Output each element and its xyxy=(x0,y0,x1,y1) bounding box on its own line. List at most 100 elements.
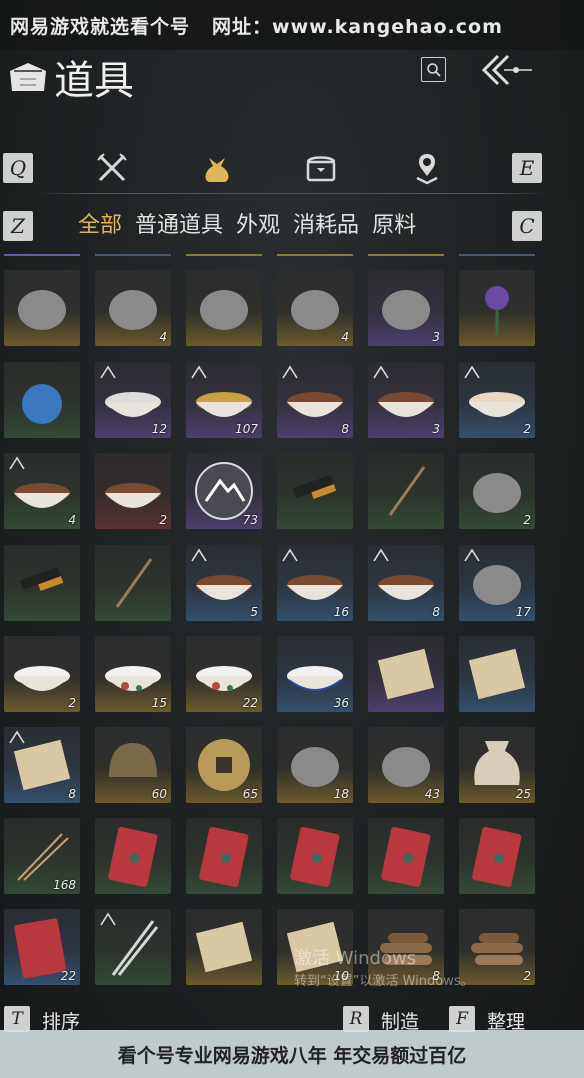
activation-title: 激活 Windows xyxy=(294,948,417,969)
inventory-slot[interactable]: 18 xyxy=(277,727,353,803)
organize-key[interactable]: F xyxy=(449,1006,475,1032)
inventory-slot[interactable] xyxy=(459,636,535,712)
item-count: 73 xyxy=(242,513,258,527)
inventory-slot[interactable] xyxy=(277,453,353,529)
inventory-slot[interactable]: 15 xyxy=(95,636,171,712)
sort-key[interactable]: T xyxy=(4,1006,30,1032)
subtab-material[interactable]: 原料 xyxy=(372,207,416,239)
subtab-normal[interactable]: 普通道具 xyxy=(135,207,223,239)
inventory-slot[interactable] xyxy=(4,545,80,621)
inventory-slot[interactable]: 12 xyxy=(95,362,171,438)
inventory-slot[interactable]: 168 xyxy=(4,818,80,894)
inventory-slot[interactable]: 4 xyxy=(4,453,80,529)
inventory-slot[interactable] xyxy=(95,818,171,894)
inventory-slot[interactable]: 4 xyxy=(277,270,353,346)
page-title: 道具 xyxy=(54,58,134,104)
scroll-painting-icon xyxy=(195,921,253,973)
search-button[interactable] xyxy=(421,57,446,82)
tab-weapons[interactable] xyxy=(94,150,130,186)
craft-key[interactable]: R xyxy=(343,1006,369,1032)
map-scroll-icon xyxy=(468,648,526,700)
back-button[interactable] xyxy=(478,52,534,88)
inventory-slot[interactable] xyxy=(277,818,353,894)
item-count: 22 xyxy=(242,696,258,710)
column-accent xyxy=(277,254,353,256)
tab-treasure[interactable] xyxy=(303,150,339,186)
item-count: 25 xyxy=(515,787,531,801)
inventory-slot[interactable] xyxy=(186,909,262,985)
inventory-slot[interactable]: 22 xyxy=(186,636,262,712)
tab-quest[interactable] xyxy=(409,150,445,186)
column-accent xyxy=(368,254,444,256)
subtab-appearance[interactable]: 外观 xyxy=(236,207,280,239)
bundle-icon xyxy=(6,57,50,97)
inventory-slot[interactable] xyxy=(459,818,535,894)
next-subtab-key[interactable]: C xyxy=(512,211,542,241)
inventory-slot[interactable] xyxy=(186,818,262,894)
inventory-slot[interactable]: 17 xyxy=(459,545,535,621)
inventory-slot[interactable] xyxy=(95,545,171,621)
bag-icon xyxy=(205,158,229,182)
inventory-slot[interactable]: 36 xyxy=(277,636,353,712)
column-accent xyxy=(459,254,535,256)
wooden-stick-icon xyxy=(115,558,153,608)
corner-badge-icon xyxy=(190,364,208,380)
inventory-slot[interactable]: 8 xyxy=(4,727,80,803)
inventory-slot[interactable] xyxy=(368,453,444,529)
item-count: 168 xyxy=(53,878,76,892)
ink-stick-icon xyxy=(19,566,64,591)
subtab-all[interactable]: 全部 xyxy=(78,207,122,239)
item-count: 12 xyxy=(151,422,167,436)
sparkle-badge-icon xyxy=(463,364,481,380)
item-count: 3 xyxy=(432,330,440,344)
red-envelope-icon xyxy=(108,826,158,887)
inventory-slot[interactable] xyxy=(368,818,444,894)
item-count: 60 xyxy=(151,787,167,801)
item-count: 2 xyxy=(68,696,76,710)
inventory-slot[interactable]: 73 xyxy=(186,453,262,529)
inventory-slot[interactable] xyxy=(4,362,80,438)
item-count: 15 xyxy=(151,696,167,710)
inventory-slot[interactable]: 16 xyxy=(277,545,353,621)
inventory-slot[interactable] xyxy=(95,909,171,985)
inventory-slot[interactable]: 107 xyxy=(186,362,262,438)
red-envelope-icon xyxy=(290,826,340,887)
prev-tab-key[interactable]: Q xyxy=(3,153,33,183)
inventory-slot[interactable]: 22 xyxy=(4,909,80,985)
subtab-consumable[interactable]: 消耗品 xyxy=(293,207,359,239)
inventory-slot[interactable] xyxy=(4,270,80,346)
inventory-slot[interactable]: 2 xyxy=(459,453,535,529)
inventory-slot[interactable]: 5 xyxy=(186,545,262,621)
chest-icon xyxy=(306,156,336,182)
item-count: 4 xyxy=(341,330,349,344)
item-count: 2 xyxy=(523,422,531,436)
inventory-slot[interactable]: 3 xyxy=(368,270,444,346)
inventory-slot[interactable]: 8 xyxy=(277,362,353,438)
inventory-slot[interactable]: 8 xyxy=(368,545,444,621)
inventory-slot[interactable]: 60 xyxy=(95,727,171,803)
inventory-slot[interactable]: 65 xyxy=(186,727,262,803)
inventory-slot[interactable]: 43 xyxy=(368,727,444,803)
inventory-slot[interactable]: 2 xyxy=(459,362,535,438)
column-accent xyxy=(186,254,262,256)
item-count: 107 xyxy=(235,422,258,436)
inventory-slot[interactable]: 25 xyxy=(459,727,535,803)
inventory-slot[interactable] xyxy=(459,270,535,346)
search-icon xyxy=(426,62,441,77)
inventory-slot[interactable]: 3 xyxy=(368,362,444,438)
item-count: 36 xyxy=(333,696,349,710)
inventory-slot[interactable]: 2 xyxy=(95,453,171,529)
inventory-slot[interactable] xyxy=(368,636,444,712)
next-tab-key[interactable]: E xyxy=(512,153,542,183)
item-count: 2 xyxy=(523,513,531,527)
activation-hint: 转到“设置”以激活 Windows。 xyxy=(294,974,474,989)
tab-items[interactable] xyxy=(199,150,235,186)
inventory-slot[interactable]: 4 xyxy=(95,270,171,346)
item-count: 22 xyxy=(60,969,76,983)
item-count: 43 xyxy=(424,787,440,801)
shrine-badge-icon xyxy=(99,911,117,927)
inventory-slot[interactable] xyxy=(186,270,262,346)
item-count: 16 xyxy=(333,605,349,619)
prev-subtab-key[interactable]: Z xyxy=(3,211,33,241)
inventory-slot[interactable]: 2 xyxy=(4,636,80,712)
